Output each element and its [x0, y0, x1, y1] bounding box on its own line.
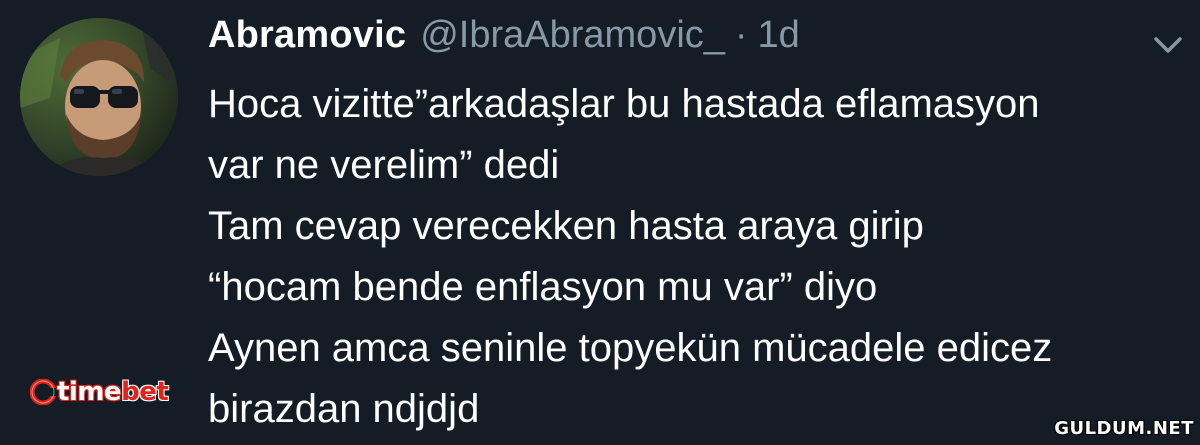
- tweet-text: Hoca vizitte”arkadaşlar bu hastada eflam…: [208, 74, 1198, 440]
- tweet-timestamp[interactable]: 1d: [758, 14, 800, 57]
- author-handle[interactable]: @IbraAbramovic_: [420, 14, 725, 57]
- tweet-text-line: “hocam bende enflasyon mu var” diyo: [208, 265, 878, 309]
- logo-text-time: time: [56, 377, 122, 408]
- header-separator: ·: [734, 14, 748, 56]
- timebet-c-icon: [30, 379, 56, 405]
- avatar-photo: [20, 18, 178, 176]
- chevron-down-icon[interactable]: [1148, 30, 1188, 60]
- avatar[interactable]: [20, 18, 178, 176]
- tweet-card: Abramovic @IbraAbramovic_ · 1d Hoca vizi…: [0, 0, 1200, 445]
- timebet-logo: time bet: [30, 372, 169, 412]
- tweet-text-line: Tam cevap verecekken hasta araya girip: [208, 204, 924, 248]
- author-display-name[interactable]: Abramovic: [208, 14, 406, 57]
- logo-text-bet: bet: [121, 377, 169, 407]
- tweet-header: Abramovic @IbraAbramovic_ · 1d: [208, 14, 800, 66]
- tweet-text-line: Aynen amca seninle topyekün mücadele edi…: [208, 326, 1053, 370]
- site-watermark: GULDUM.NET: [1054, 418, 1194, 439]
- tweet-text-line: var ne verelim” dedi: [208, 143, 560, 187]
- tweet-text-line: Hoca vizitte”arkadaşlar bu hastada eflam…: [208, 82, 1040, 126]
- tweet-text-line: birazdan ndjdjd: [208, 387, 480, 431]
